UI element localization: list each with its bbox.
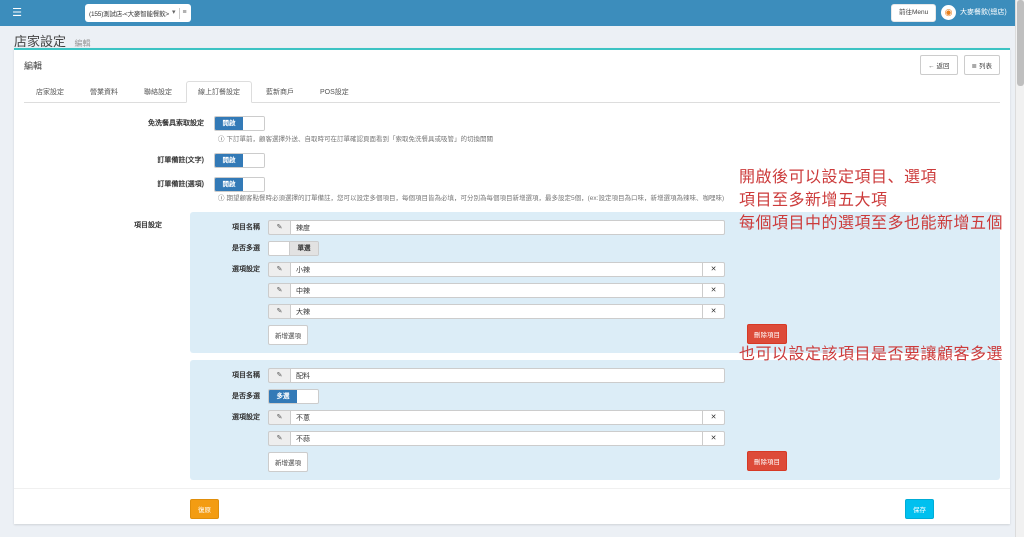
pencil-icon: ✎ xyxy=(268,304,290,319)
topbar: ☰ (155)測試店-<大麥智能餐飲> ▾ ≡ 前往Menu ◉ 大麥餐飲(總店… xyxy=(0,0,1024,26)
tab-bar: 店家設定 營業資料 聯絡設定 線上訂餐設定 藍新商戶 POS設定 xyxy=(24,81,1000,103)
remove-option-close-icon[interactable]: ✕ xyxy=(703,431,725,446)
list-icon: ≣ xyxy=(972,63,977,70)
order-note-option-label: 訂單備註(選項) xyxy=(24,177,214,192)
scrollbar-track xyxy=(1015,0,1024,537)
options-label: 選項設定 xyxy=(198,410,268,425)
disposable-utensils-toggle[interactable]: 開啟 xyxy=(214,116,265,131)
pencil-icon: ✎ xyxy=(268,220,290,235)
user-avatar[interactable]: ◉ xyxy=(941,5,956,20)
arrow-left-icon: ← xyxy=(928,63,935,70)
back-button[interactable]: ←返回 xyxy=(920,55,958,75)
goto-menu-button[interactable]: 前往Menu xyxy=(891,4,936,22)
pencil-icon: ✎ xyxy=(268,262,290,277)
pencil-icon: ✎ xyxy=(268,410,290,425)
add-option-button[interactable]: 新增選項 xyxy=(268,452,308,472)
store-menu-icon[interactable]: ≡ xyxy=(183,4,187,22)
info-icon: ⓘ xyxy=(218,136,225,143)
multi-select-toggle[interactable]: 單選 xyxy=(268,241,319,256)
pencil-icon: ✎ xyxy=(268,368,290,383)
tab-store-settings[interactable]: 店家設定 xyxy=(24,81,76,103)
toggle-handle xyxy=(297,390,318,403)
divider xyxy=(179,8,180,19)
options-label: 選項設定 xyxy=(198,262,268,277)
pencil-icon: ✎ xyxy=(268,431,290,446)
chevron-down-icon[interactable]: ▾ xyxy=(172,4,176,22)
tab-pos-settings[interactable]: POS設定 xyxy=(308,81,361,103)
remove-option-close-icon[interactable]: ✕ xyxy=(703,262,725,277)
annotation-multi-select: 也可以設定該項目是否要讓顧客多選 xyxy=(739,345,1003,365)
disposable-utensils-label: 免洗餐具索取設定 xyxy=(24,116,214,131)
option-input[interactable] xyxy=(290,410,703,425)
annotation-max-options: 每個項目中的選項至多也能新增五個 xyxy=(739,214,1003,234)
multi-select-label: 是否多選 xyxy=(198,389,268,404)
option-input[interactable] xyxy=(290,283,703,298)
item-name-input[interactable] xyxy=(290,220,725,235)
item-name-label: 項目名稱 xyxy=(198,368,268,383)
item-settings-label: 項目設定 xyxy=(24,212,172,487)
remove-option-close-icon[interactable]: ✕ xyxy=(703,283,725,298)
list-button[interactable]: ≣列表 xyxy=(964,55,1000,75)
delete-item-button[interactable]: 刪除項目 xyxy=(747,451,787,471)
remove-option-close-icon[interactable]: ✕ xyxy=(703,410,725,425)
multi-select-label: 是否多選 xyxy=(198,241,268,256)
info-icon: ⓘ xyxy=(218,195,225,202)
add-option-button[interactable]: 新增選項 xyxy=(268,325,308,345)
annotation-enable-items: 開啟後可以設定項目、選項 xyxy=(739,168,937,188)
item-card-toppings: 項目名稱 ✎ 是否多選 多選 選項設定 xyxy=(190,360,1000,480)
save-button[interactable]: 保存 xyxy=(905,499,934,519)
pencil-icon: ✎ xyxy=(268,283,290,298)
order-note-text-toggle[interactable]: 開啟 xyxy=(214,153,265,168)
item-name-label: 項目名稱 xyxy=(198,220,268,235)
scrollbar-thumb[interactable] xyxy=(1017,0,1024,86)
multi-select-toggle[interactable]: 多選 xyxy=(268,389,319,404)
store-selector[interactable]: (155)測試店-<大麥智能餐飲> ▾ ≡ xyxy=(85,4,191,22)
tab-newebpay-merchant[interactable]: 藍新商戶 xyxy=(254,81,306,103)
toggle-handle xyxy=(243,154,264,167)
tab-contact-settings[interactable]: 聯絡設定 xyxy=(132,81,184,103)
sidebar-toggle-hamburger-icon[interactable]: ☰ xyxy=(0,0,34,26)
disposable-utensils-help: ⓘ下訂單前，顧客選擇外送、自取時可在訂單確認頁面看到「索取免洗餐具或吸管」的切換… xyxy=(218,135,1000,144)
user-name[interactable]: 大麥餐飲(總店) xyxy=(960,0,1007,26)
page-title: 店家設定 xyxy=(14,34,66,49)
order-note-text-label: 訂單備註(文字) xyxy=(24,153,214,168)
tab-online-ordering[interactable]: 線上訂餐設定 xyxy=(186,81,252,103)
remove-option-close-icon[interactable]: ✕ xyxy=(703,304,725,319)
panel-title: 編輯 xyxy=(24,59,42,72)
edit-panel: 編輯 ←返回 ≣列表 店家設定 營業資料 聯絡設定 線上訂餐設定 藍新商戶 PO… xyxy=(14,48,1010,524)
toggle-handle xyxy=(243,178,264,191)
option-input[interactable] xyxy=(290,431,703,446)
panel-header: 編輯 ←返回 ≣列表 xyxy=(14,50,1010,79)
order-note-option-toggle[interactable]: 開啟 xyxy=(214,177,265,192)
annotation-max-items: 項目至多新增五大項 xyxy=(739,191,888,211)
page-subtitle: 編輯 xyxy=(74,39,90,48)
item-name-input[interactable] xyxy=(290,368,725,383)
option-input[interactable] xyxy=(290,262,703,277)
settings-form: 免洗餐具索取設定 開啟 ⓘ下訂單前，顧客選擇外送、自取時可在訂單確認頁面看到「索… xyxy=(14,103,1010,518)
toggle-handle xyxy=(243,117,264,130)
undo-button[interactable]: 復原 xyxy=(190,499,219,519)
delete-item-button[interactable]: 刪除項目 xyxy=(747,324,787,344)
tab-business-info[interactable]: 營業資料 xyxy=(78,81,130,103)
store-selector-label: (155)測試店-<大麥智能餐飲> xyxy=(89,8,169,18)
toggle-handle xyxy=(269,242,290,255)
option-input[interactable] xyxy=(290,304,703,319)
panel-footer: 復原 保存 xyxy=(14,488,1010,524)
